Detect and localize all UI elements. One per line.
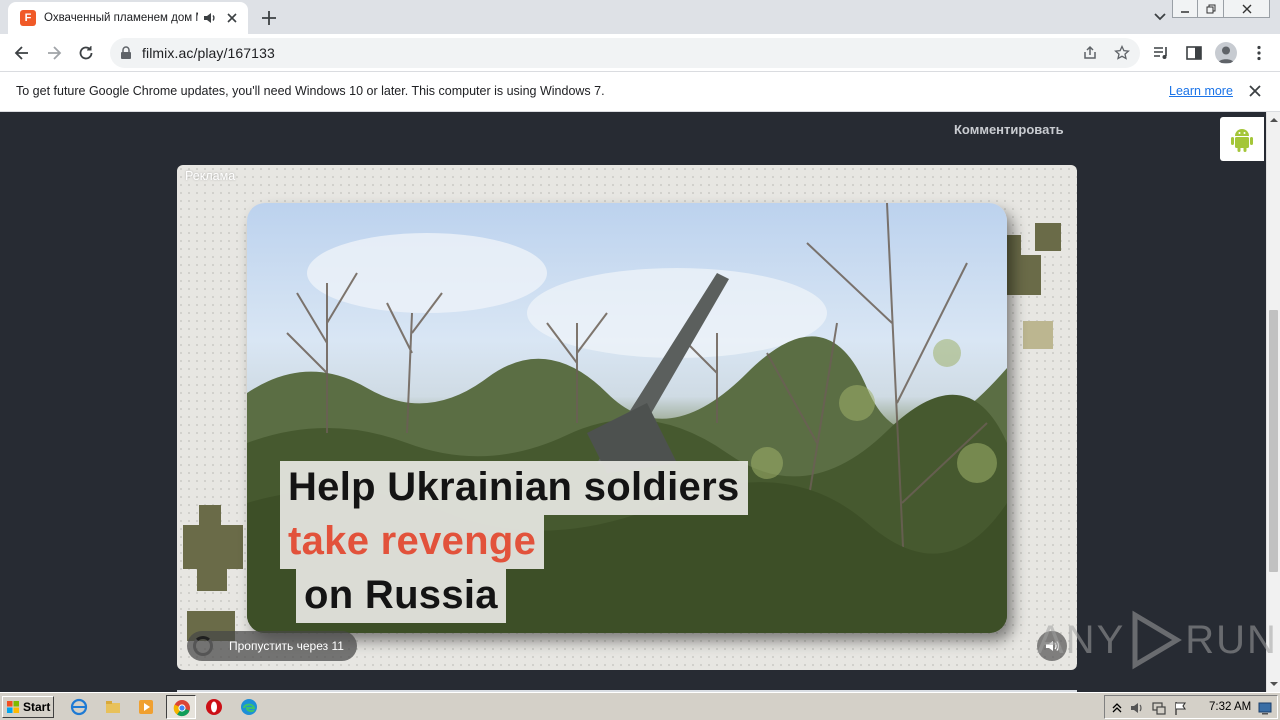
audio-playing-icon[interactable] (202, 10, 218, 26)
start-label: Start (23, 700, 51, 714)
tab-title: Охваченный пламенем дом Ми (44, 12, 198, 24)
forward-icon[interactable] (44, 43, 64, 63)
internet-explorer-icon[interactable] (70, 698, 88, 716)
pixel-decoration (1023, 321, 1053, 349)
reload-icon[interactable] (76, 43, 96, 63)
skip-countdown-text: Пропустить через 11 (229, 639, 344, 653)
show-desktop-icon[interactable] (1257, 700, 1273, 716)
headline-line-2: take revenge (280, 515, 545, 569)
restore-icon (1206, 4, 1215, 13)
pixel-decoration (1035, 223, 1061, 251)
taskbar-chrome-button[interactable] (166, 695, 196, 719)
video-ad-player[interactable]: Реклама Help Ukrainian soldiers take rev… (177, 165, 1077, 670)
avatar-silhouette-icon (1218, 46, 1234, 63)
opera-icon[interactable] (205, 698, 223, 716)
scroll-down-arrow-icon[interactable] (1270, 680, 1278, 688)
network-icon[interactable] (1151, 700, 1167, 716)
site-favicon-icon: F (20, 10, 36, 26)
infobar-close-icon[interactable] (1248, 84, 1262, 98)
comment-link[interactable]: Комментировать (954, 122, 1064, 137)
close-window-button[interactable] (1224, 0, 1270, 18)
tab-strip: F Охваченный пламенем дом Ми (0, 0, 1280, 34)
minimize-button[interactable] (1172, 0, 1198, 18)
menu-icon[interactable] (1250, 44, 1268, 62)
page-content: Комментировать Реклама Help Ukrainian so… (0, 112, 1266, 692)
pixel-decoration (197, 569, 227, 591)
speaker-icon[interactable] (1129, 700, 1145, 716)
minimize-icon (1181, 10, 1189, 13)
edge-icon[interactable] (240, 698, 258, 716)
ad-label: Реклама (185, 169, 236, 183)
windows-logo-icon (7, 701, 19, 713)
start-button[interactable]: Start (2, 696, 54, 718)
share-icon[interactable] (1082, 45, 1098, 61)
profile-icon[interactable] (1215, 42, 1237, 64)
restore-button[interactable] (1198, 0, 1224, 18)
headline-line-3: on Russia (296, 569, 506, 623)
tab-close-icon[interactable] (224, 10, 240, 26)
ad-headline: Help Ukrainian soldiers take revenge on … (280, 461, 748, 623)
scroll-up-arrow-icon[interactable] (1270, 116, 1278, 124)
ad-video-frame[interactable]: Help Ukrainian soldiers take revenge on … (247, 203, 1007, 633)
browser-tab[interactable]: F Охваченный пламенем дом Ми (8, 2, 248, 34)
scroll-thumb[interactable] (1269, 310, 1278, 572)
watermark-text-left: ANY (1037, 617, 1126, 662)
taskbar-clock[interactable]: 7:32 AM (1209, 701, 1251, 713)
bookmark-star-icon[interactable] (1114, 45, 1130, 61)
skip-ad-button[interactable]: Пропустить через 11 (187, 631, 357, 661)
android-app-button[interactable] (1220, 117, 1264, 161)
play-logo-icon (1132, 610, 1183, 670)
close-window-icon (1242, 4, 1251, 13)
pixel-decoration (199, 505, 221, 525)
headline-line-1: Help Ukrainian soldiers (280, 461, 748, 515)
learn-more-link[interactable]: Learn more (1169, 84, 1233, 98)
browser-toolbar: filmix.ac/play/167133 (0, 34, 1280, 72)
watermark-text-right: RUN (1185, 617, 1278, 662)
lock-icon[interactable] (120, 46, 132, 60)
action-center-flag-icon[interactable] (1173, 700, 1189, 716)
system-tray: 7:32 AM (1104, 695, 1278, 719)
new-tab-plus-icon[interactable] (258, 8, 280, 28)
side-panel-icon[interactable] (1185, 44, 1203, 62)
anyrun-watermark: ANY RUN (1037, 610, 1278, 670)
file-explorer-icon[interactable] (104, 698, 122, 716)
infobar-message: To get future Google Chrome updates, you… (16, 84, 605, 98)
tab-search-chevron-icon[interactable] (1150, 8, 1170, 26)
url-text: filmix.ac/play/167133 (142, 45, 275, 61)
window-controls (1172, 0, 1270, 18)
address-bar[interactable]: filmix.ac/play/167133 (110, 38, 1140, 68)
back-icon[interactable] (12, 43, 32, 63)
chrome-icon (173, 700, 190, 717)
windows-taskbar: Start 7:32 AM (0, 692, 1280, 720)
android-icon (1231, 129, 1253, 152)
media-control-icon[interactable] (1152, 44, 1170, 62)
media-player-icon[interactable] (137, 698, 155, 716)
tray-expand-icon[interactable] (1109, 700, 1125, 716)
pixel-decoration (183, 525, 243, 569)
update-infobar: To get future Google Chrome updates, you… (0, 72, 1280, 112)
page-scrollbar[interactable] (1266, 112, 1280, 692)
countdown-spinner-icon (193, 636, 213, 656)
